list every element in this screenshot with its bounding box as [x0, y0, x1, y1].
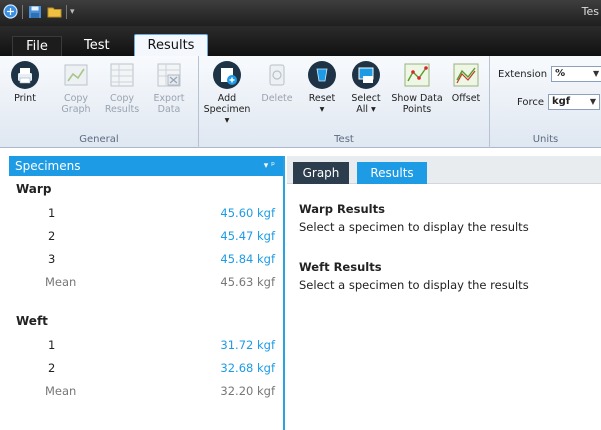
- ribbon-tab-row: File Test Results: [0, 26, 601, 56]
- tab-results[interactable]: Results: [134, 34, 208, 56]
- select-all-button[interactable]: Select All ▾: [349, 60, 383, 115]
- chevron-down-icon: ▼: [589, 97, 596, 106]
- mean-row: Mean 45.63 kgf: [45, 275, 275, 289]
- print-button[interactable]: Print: [8, 60, 42, 104]
- specimen-row[interactable]: 2 32.68 kgf: [9, 357, 283, 380]
- group-test: Add Specimen ▾ Delete Reset ▾ Select All…: [199, 56, 490, 148]
- specimen-row[interactable]: 2 45.47 kgf: [9, 225, 283, 248]
- weft-results-text: Select a specimen to display the results: [299, 278, 529, 292]
- tab-results-view[interactable]: Results: [357, 162, 427, 184]
- window-title: Tes: [581, 5, 599, 18]
- results-tab-bar: Graph Results: [287, 156, 601, 184]
- results-body: Warp Results Select a specimen to displa…: [287, 184, 601, 292]
- specimens-panel: Specimens ▾ ᵖ Warp 1 45.60 kgf 2 45.47 k…: [9, 156, 285, 430]
- copy-graph-button[interactable]: Copy Graph: [58, 60, 94, 115]
- warp-results-title: Warp Results: [299, 202, 385, 216]
- chevron-down-icon: ▼: [592, 69, 600, 78]
- ribbon: Print Copy Graph Copy Results Export Dat…: [0, 56, 601, 148]
- title-bar: ▾ Tes: [0, 0, 601, 26]
- copy-results-icon: [107, 60, 137, 90]
- warp-results-text: Select a specimen to display the results: [299, 220, 529, 234]
- delete-button[interactable]: Delete: [259, 60, 295, 104]
- tab-test[interactable]: Test: [84, 36, 110, 56]
- reset-icon: [307, 60, 337, 90]
- copy-graph-icon: [61, 60, 91, 90]
- export-data-button[interactable]: Export Data: [150, 60, 188, 115]
- save-icon[interactable]: [26, 3, 43, 20]
- results-panel: Graph Results Warp Results Select a spec…: [287, 156, 601, 430]
- extension-label: Extension: [498, 68, 548, 80]
- tab-file[interactable]: File: [12, 36, 62, 56]
- force-select[interactable]: kgf ▼: [548, 94, 600, 110]
- tab-graph[interactable]: Graph: [293, 162, 349, 184]
- copy-results-button[interactable]: Copy Results: [103, 60, 141, 115]
- force-label: Force: [516, 96, 544, 108]
- offset-icon: [451, 60, 481, 90]
- offset-button[interactable]: Offset: [449, 60, 483, 104]
- specimen-row[interactable]: 1 45.60 kgf: [9, 202, 283, 225]
- group-label-test: Test: [334, 134, 354, 145]
- specimen-row[interactable]: 1 31.72 kgf: [9, 334, 283, 357]
- open-folder-icon[interactable]: [46, 3, 63, 20]
- weft-results-title: Weft Results: [299, 260, 382, 274]
- add-specimen-icon: [212, 60, 242, 90]
- reset-button[interactable]: Reset ▾: [305, 60, 339, 115]
- group-units: Extension % ▼ Force kgf ▼ Units: [490, 56, 601, 148]
- extension-row: Extension % ▼: [498, 66, 601, 82]
- app-icon[interactable]: [2, 3, 19, 20]
- specimens-title: Specimens: [15, 159, 81, 173]
- pin-icon[interactable]: ▾ ᵖ: [264, 156, 275, 176]
- show-data-points-icon: [402, 60, 432, 90]
- select-all-icon: [351, 60, 381, 90]
- specimens-header: Specimens ▾ ᵖ: [9, 156, 283, 176]
- weft-group-title: Weft: [16, 314, 48, 328]
- extension-select[interactable]: % ▼: [551, 66, 601, 82]
- show-data-points-button[interactable]: Show Data Points: [391, 60, 443, 115]
- warp-group-title: Warp: [16, 182, 52, 196]
- group-label-units: Units: [532, 134, 559, 145]
- mean-row: Mean 32.20 kgf: [45, 384, 275, 398]
- toolbar-separator: [66, 4, 67, 19]
- force-row: Force kgf ▼: [514, 94, 600, 110]
- customize-toolbar-icon[interactable]: ▾: [70, 7, 75, 17]
- group-general: Print Copy Graph Copy Results Export Dat…: [0, 56, 199, 148]
- export-data-icon: [154, 60, 184, 90]
- toolbar-separator: [22, 4, 23, 19]
- delete-icon: [262, 60, 292, 90]
- add-specimen-button[interactable]: Add Specimen ▾: [204, 60, 250, 126]
- quick-access-toolbar: ▾: [2, 3, 75, 20]
- printer-icon: [10, 60, 40, 90]
- group-label-general: General: [79, 134, 119, 145]
- specimen-row[interactable]: 3 45.84 kgf: [9, 248, 283, 271]
